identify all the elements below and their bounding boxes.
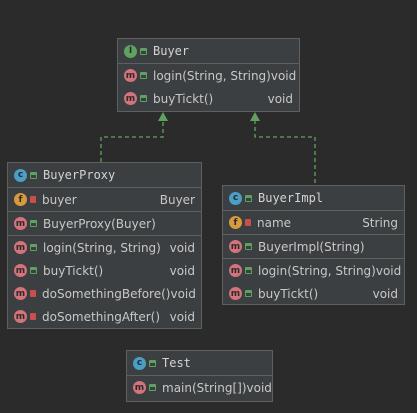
buyerproxy-header: c BuyerProxy <box>8 163 201 188</box>
method-type: void <box>169 240 195 255</box>
method-icon: m <box>124 92 137 105</box>
method-type: void <box>270 68 297 83</box>
public-visibility-icon <box>149 384 156 391</box>
field-type: String <box>362 215 398 230</box>
field-row[interactable]: f buyer Buyer <box>8 188 201 211</box>
method-type: void <box>169 309 195 324</box>
public-visibility-icon <box>245 194 252 202</box>
method-row[interactable]: m doSomethingBefore() void <box>8 282 201 305</box>
private-visibility-icon <box>30 313 36 320</box>
method-type: void <box>169 263 195 278</box>
method-icon: m <box>133 381 146 394</box>
buyerproxy-constructors: m BuyerProxy(Buyer) <box>8 212 201 236</box>
buyerimpl-title: BuyerImpl <box>258 191 324 205</box>
uml-diagram-canvas: I Buyer m login(String, String) void m b… <box>0 0 417 413</box>
method-row[interactable]: m login(String, String) void <box>8 236 201 259</box>
method-icon: m <box>14 287 27 300</box>
constructor-row[interactable]: m BuyerProxy(Buyer) <box>8 212 201 235</box>
method-icon: m <box>14 241 27 254</box>
constructor-name: BuyerImpl(String) <box>258 239 365 254</box>
method-name: buyTickt() <box>43 263 104 278</box>
method-name: login(String, String) <box>153 68 271 83</box>
buyer-methods: m login(String, String) void m buyTickt(… <box>118 64 299 110</box>
method-type: void <box>267 91 293 106</box>
method-row[interactable]: m login(String, String) void <box>223 259 404 282</box>
buyer-interface-box[interactable]: I Buyer m login(String, String) void m b… <box>117 38 300 112</box>
method-type: void <box>372 286 398 301</box>
public-visibility-icon <box>140 72 147 79</box>
method-type: void <box>246 380 272 395</box>
method-icon: m <box>14 217 27 230</box>
public-visibility-icon <box>245 267 252 274</box>
method-row[interactable]: m main(String[]) void <box>127 376 272 399</box>
method-icon: m <box>124 69 137 82</box>
buyerimpl-fields: f name String <box>223 211 404 235</box>
class-icon: c <box>14 168 27 182</box>
method-name: doSomethingAfter() <box>42 309 161 324</box>
method-row[interactable]: m doSomethingAfter() void <box>8 305 201 328</box>
method-name: buyTickt() <box>258 286 319 301</box>
buyerimpl-constructors: m BuyerImpl(String) <box>223 235 404 259</box>
public-visibility-icon <box>30 244 37 251</box>
class-icon: c <box>229 191 242 205</box>
method-row[interactable]: m login(String, String) void <box>118 64 299 87</box>
method-icon: m <box>14 264 27 277</box>
public-visibility-icon <box>30 220 37 227</box>
field-type: Buyer <box>159 192 195 207</box>
method-type: void <box>170 286 196 301</box>
field-name: buyer <box>42 192 77 207</box>
interface-icon: I <box>124 44 137 58</box>
constructor-name: BuyerProxy(Buyer) <box>43 216 156 231</box>
buyerimpl-header: c BuyerImpl <box>223 186 404 211</box>
arrow-buyerproxy-to-buyer <box>100 120 164 162</box>
field-icon: f <box>229 216 242 229</box>
buyer-title: Buyer <box>153 44 190 58</box>
test-header: c Test <box>127 351 272 376</box>
class-icon: c <box>133 356 146 370</box>
arrowhead-buyerimpl <box>250 112 260 121</box>
private-visibility-icon <box>30 290 36 297</box>
method-name: buyTickt() <box>153 91 214 106</box>
public-visibility-icon <box>30 267 37 274</box>
buyerproxy-methods: m login(String, String) void m buyTickt(… <box>8 236 201 328</box>
public-visibility-icon <box>149 359 156 367</box>
buyerimpl-class-box[interactable]: c BuyerImpl f name String m BuyerImpl(St… <box>222 185 405 305</box>
method-icon: m <box>229 264 242 277</box>
public-visibility-icon <box>30 171 37 179</box>
method-type: void <box>375 263 402 278</box>
method-name: doSomethingBefore() <box>42 286 171 301</box>
method-row[interactable]: m buyTickt() void <box>118 87 299 110</box>
constructor-row[interactable]: m BuyerImpl(String) <box>223 235 404 258</box>
method-row[interactable]: m buyTickt() void <box>223 282 404 305</box>
public-visibility-icon <box>245 290 252 297</box>
method-name: main(String[]) <box>162 380 247 395</box>
method-row[interactable]: m buyTickt() void <box>8 259 201 282</box>
method-name: login(String, String) <box>258 263 376 278</box>
method-icon: m <box>229 287 242 300</box>
buyerproxy-fields: f buyer Buyer <box>8 188 201 212</box>
buyer-header: I Buyer <box>118 39 299 64</box>
field-icon: f <box>14 193 27 206</box>
buyerproxy-title: BuyerProxy <box>43 168 116 182</box>
field-row[interactable]: f name String <box>223 211 404 234</box>
public-visibility-icon <box>140 95 147 102</box>
test-methods: m main(String[]) void <box>127 376 272 399</box>
test-title: Test <box>162 356 191 370</box>
arrowhead-buyerproxy <box>158 112 168 121</box>
method-icon: m <box>229 240 242 253</box>
private-visibility-icon <box>245 219 251 226</box>
field-name: name <box>257 215 292 230</box>
private-visibility-icon <box>30 196 36 203</box>
method-name: login(String, String) <box>43 240 161 255</box>
public-visibility-icon <box>245 243 252 250</box>
arrow-buyerimpl-to-buyer <box>254 120 316 183</box>
test-class-box[interactable]: c Test m main(String[]) void <box>126 350 273 402</box>
buyerproxy-class-box[interactable]: c BuyerProxy f buyer Buyer m BuyerProxy(… <box>7 162 202 329</box>
buyerimpl-methods: m login(String, String) void m buyTickt(… <box>223 259 404 305</box>
public-visibility-icon <box>140 47 147 55</box>
method-icon: m <box>14 310 27 323</box>
